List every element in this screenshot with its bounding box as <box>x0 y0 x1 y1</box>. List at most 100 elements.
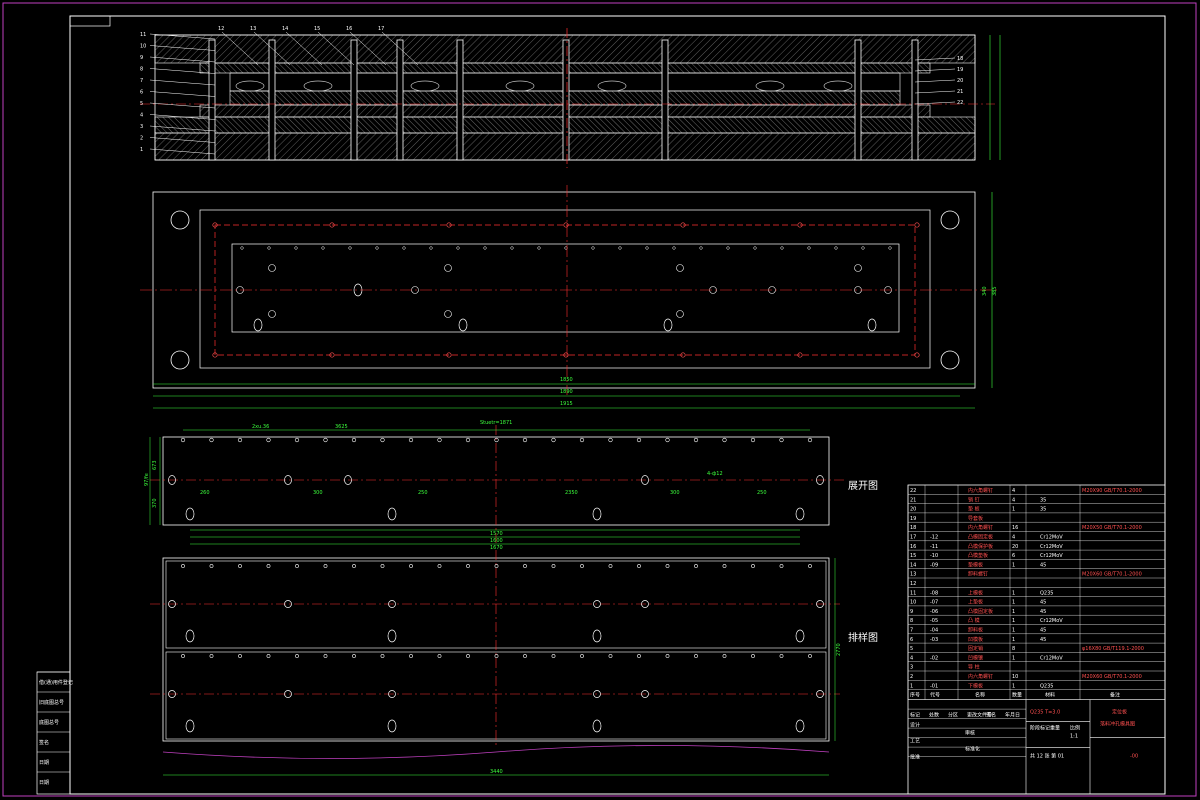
bom-cell-code: -06 <box>930 609 938 615</box>
layout-hole <box>494 564 499 568</box>
part-number-label: 5 <box>140 101 143 107</box>
strip-hole <box>408 437 414 443</box>
bom-cell-note: M20X90 GB/T70.1-2000 <box>1082 488 1142 494</box>
bom-cell-mat: Cr12MoV <box>1040 544 1063 550</box>
layout-hole <box>551 564 556 568</box>
bom-cell-qty: 10 <box>1012 674 1018 680</box>
part-number-label: 11 <box>140 32 146 38</box>
pierce-hole <box>753 246 757 250</box>
strip-hole <box>522 437 528 443</box>
strip-hole <box>237 437 243 443</box>
side-table-cell: 日期 <box>39 780 49 786</box>
pierce-hole <box>676 310 684 318</box>
cad-drawing: 1110987654321 12 13 14 15 16 17 1819202122 18… <box>2 2 1197 797</box>
bom-cell-qty: 16 <box>1012 525 1018 531</box>
plan-dim-4: 340 <box>982 286 988 296</box>
section-spring <box>597 80 627 92</box>
layout-hole <box>409 654 413 658</box>
bom-cell-no: 19 <box>910 516 916 522</box>
stage-label: 重量 <box>1050 725 1060 732</box>
bom-cell-qty: 4 <box>1012 535 1015 541</box>
strip-hole <box>807 437 813 443</box>
layout-hole <box>181 654 185 658</box>
sheet-count: 共 12 张 第 01 <box>1030 753 1064 760</box>
layout-label: 排样图 <box>848 631 878 644</box>
section-bolt <box>854 39 862 161</box>
section-spring <box>505 80 535 92</box>
bom-cell-name: 下模板 <box>968 682 983 689</box>
layout-hole <box>751 564 755 568</box>
layout-slot <box>185 629 195 643</box>
section-bolt <box>350 39 358 161</box>
bom-cell-note: φ16X80 GB/T119.1-2000 <box>1082 646 1144 652</box>
revision-label: 处数 <box>929 712 939 719</box>
part-number-label: 4 <box>140 113 143 119</box>
bom-cell-qty: 1 <box>1012 637 1015 643</box>
layout-hole <box>580 564 584 568</box>
pierce-hole <box>699 246 703 250</box>
bom-cell-name: 凸模固定板 <box>968 534 993 541</box>
pierce-hole <box>854 264 862 272</box>
dev-dim-bottom-2: 1600 <box>490 538 503 544</box>
layout-hole <box>295 564 299 568</box>
pierce-hole <box>429 246 433 250</box>
bom-cell-name: 凹模板 <box>968 636 983 643</box>
layout-hole <box>181 564 185 568</box>
pierce-hole <box>861 246 865 250</box>
strip-slot <box>795 507 805 521</box>
layout-hole <box>694 654 698 658</box>
bom-cell-no: 14 <box>910 562 916 568</box>
part-number-label: 12 <box>218 26 224 32</box>
layout-slot <box>185 719 195 733</box>
strip-hole <box>579 437 585 443</box>
bom-cell-code: -05 <box>930 618 938 624</box>
bom-header-cell: 名称 <box>975 692 985 699</box>
layout-slot <box>592 629 602 643</box>
layout-hole <box>694 564 698 568</box>
sign-label: 设计 <box>910 722 920 729</box>
layout-hole <box>665 564 670 568</box>
bom-header-cell: 材料 <box>1045 692 1055 699</box>
part-number-label: 9 <box>140 55 143 61</box>
dev-dim-mid-5: 300 <box>670 490 680 496</box>
strip-hole <box>779 437 784 443</box>
layout-hole <box>665 654 670 658</box>
pierce-hole <box>267 246 271 250</box>
bom-cell-name: 内六角螺钉 <box>968 524 993 531</box>
part-number-label: 10 <box>140 44 146 50</box>
bom-cell-qty: 1 <box>1012 683 1015 689</box>
layout-hole <box>437 654 442 658</box>
layout-hole <box>523 654 527 658</box>
pierce-hole <box>268 310 276 318</box>
part-number-label: 7 <box>140 78 143 84</box>
layout-hole <box>238 654 242 658</box>
strip-hole <box>351 437 357 443</box>
layout-slot <box>795 719 805 733</box>
strip-hole <box>380 437 385 443</box>
bom-cell-name: 凸 模 <box>968 617 980 624</box>
strip-hole <box>209 437 214 443</box>
bom-cell-name: 凹模镶 <box>968 654 983 661</box>
layout-hole <box>494 654 499 658</box>
bom-cell-qty: 1 <box>1012 590 1015 596</box>
sign-label: 工艺 <box>910 739 920 745</box>
stage-label: 比例 <box>1070 725 1080 732</box>
layout-dim-right: 2770 <box>836 643 842 656</box>
section-bolt <box>911 39 919 161</box>
layout-hole <box>523 564 527 568</box>
guide-pillar-hole <box>170 210 190 230</box>
corner-box <box>69 15 111 27</box>
strip-slot <box>185 507 195 521</box>
bom-cell-mat: 45 <box>1040 600 1046 606</box>
layout-hole <box>551 654 556 658</box>
side-table-cell: 签名 <box>39 739 49 746</box>
development-view: 2xu.36 3625 Stuetr=1871 260 300 250 2350… <box>144 420 878 551</box>
section-bolt <box>396 39 404 161</box>
layout-hole <box>580 654 584 658</box>
bom-cell-name: 卸料板 <box>968 627 983 634</box>
strip-hole <box>608 437 613 443</box>
layout-hole <box>608 654 613 658</box>
pierce-hole <box>807 246 811 250</box>
layout-hole <box>209 654 214 658</box>
bom-cell-qty: 4 <box>1012 497 1015 503</box>
